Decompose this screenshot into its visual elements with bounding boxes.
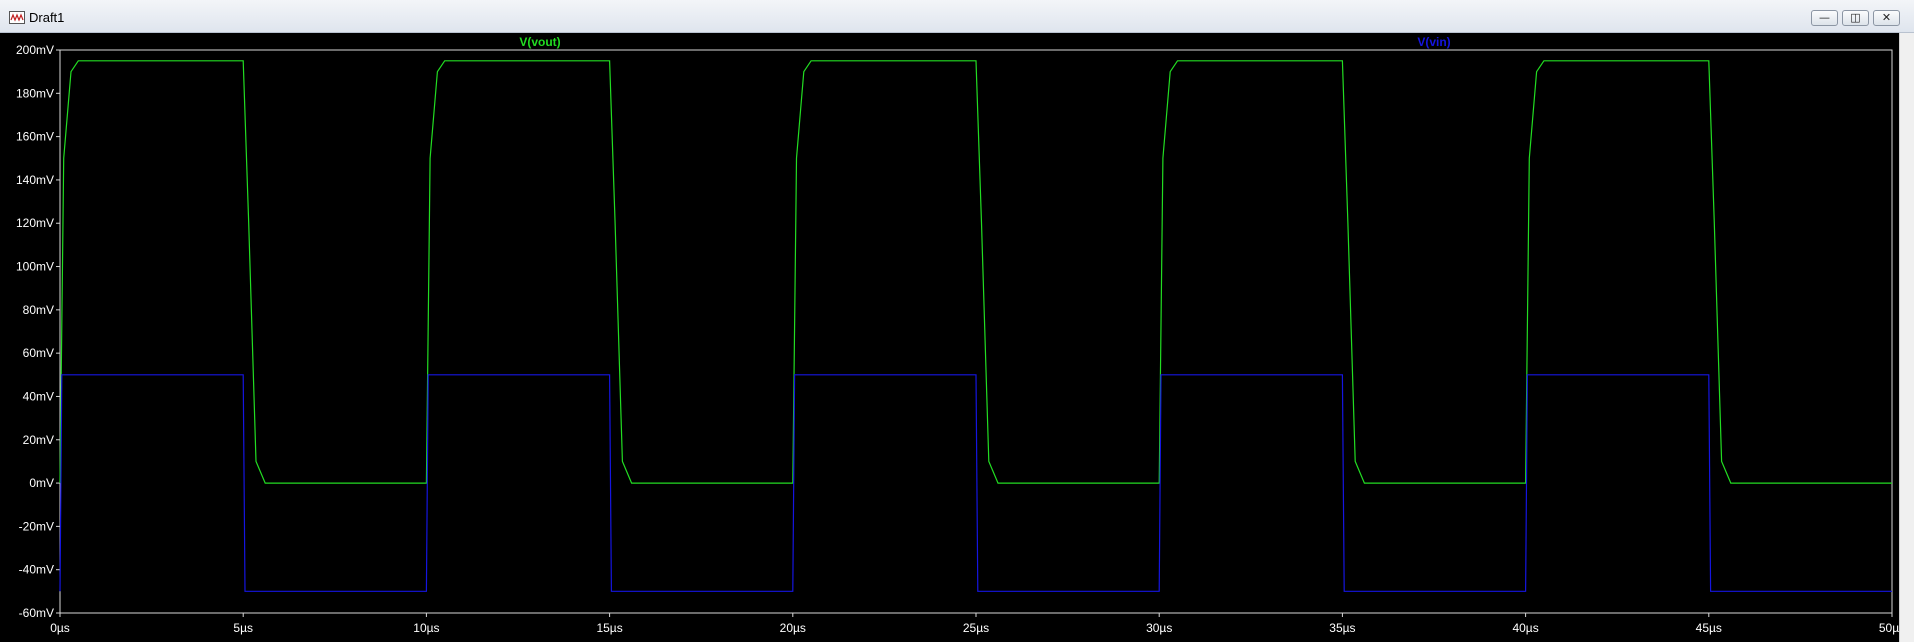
x-tick-label: 10µs: [413, 621, 439, 635]
y-tick-label: 60mV: [23, 346, 54, 360]
y-tick-label: 180mV: [16, 86, 54, 100]
waveform-viewer-window: Draft1 — ◫ ✕ 200mV 180mV 160mV 140mV 120mV 10…: [0, 0, 1914, 642]
y-tick-label: 80mV: [23, 303, 54, 317]
close-button[interactable]: ✕: [1873, 10, 1900, 26]
restore-icon: ◫: [1850, 11, 1861, 24]
title-bar[interactable]: Draft1 — ◫ ✕: [0, 0, 1914, 33]
trace-label: V(vout): [519, 35, 560, 49]
y-tick-label: 140mV: [16, 173, 54, 187]
x-tick-label: 15µs: [596, 621, 622, 635]
y-tick-label: 0mV: [29, 476, 54, 490]
x-tick-label: 50µs: [1879, 621, 1899, 635]
y-tick-label: 40mV: [23, 389, 54, 403]
x-tick-label: 30µs: [1146, 621, 1172, 635]
plot-pane[interactable]: 200mV 180mV 160mV 140mV 120mV 100mV 80mV 60mV 40…: [0, 33, 1914, 642]
y-tick-label: -20mV: [19, 519, 54, 533]
trace-label: V(vin): [1417, 35, 1450, 49]
x-tick-label: 20µs: [780, 621, 806, 635]
y-tick-label: -40mV: [19, 563, 54, 577]
x-tick-label: 45µs: [1696, 621, 1722, 635]
y-tick-label: -60mV: [19, 606, 54, 620]
window-title: Draft1: [29, 10, 65, 25]
restore-button[interactable]: ◫: [1842, 10, 1869, 26]
y-tick-label: 20mV: [23, 433, 54, 447]
vertical-scrollbar[interactable]: [1899, 33, 1914, 642]
y-tick-label: 100mV: [16, 260, 54, 274]
waveform-chart[interactable]: 200mV 180mV 160mV 140mV 120mV 100mV 80mV 60mV 40…: [0, 33, 1899, 642]
x-tick-label: 0µs: [50, 621, 70, 635]
x-tick-label: 35µs: [1329, 621, 1355, 635]
minimize-icon: —: [1819, 11, 1830, 24]
y-tick-label: 200mV: [16, 43, 54, 57]
minimize-button[interactable]: —: [1811, 10, 1838, 26]
close-icon: ✕: [1881, 11, 1892, 24]
x-tick-label: 40µs: [1512, 621, 1538, 635]
y-tick-label: 120mV: [16, 216, 54, 230]
x-tick-label: 5µs: [233, 621, 253, 635]
x-tick-label: 25µs: [963, 621, 989, 635]
waveform-app-icon: [9, 11, 25, 24]
plot-frame: [59, 49, 1893, 614]
y-tick-label: 160mV: [16, 130, 54, 144]
